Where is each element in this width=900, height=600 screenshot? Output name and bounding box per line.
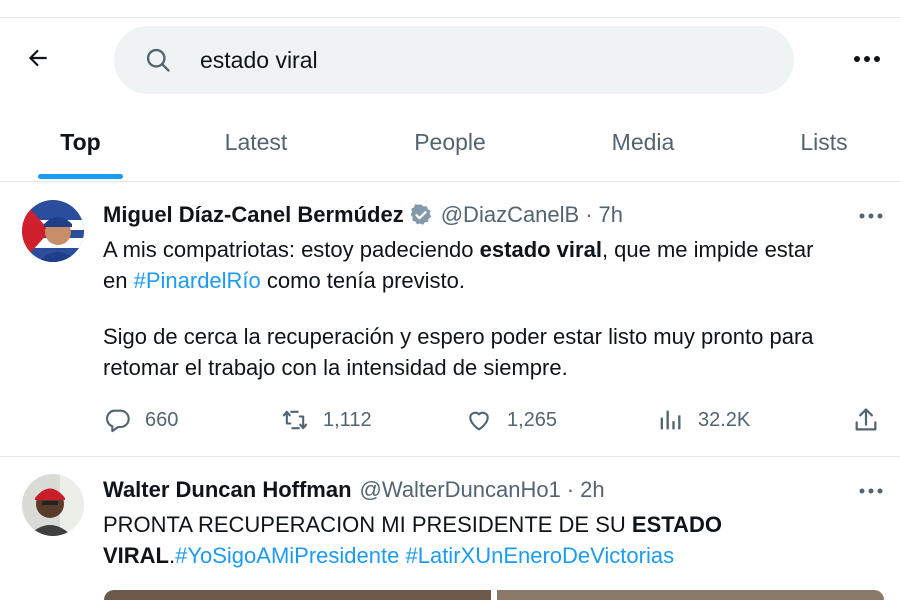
separator-dot: ·	[585, 202, 593, 227]
verified-badge-icon	[410, 204, 431, 225]
avatar[interactable]	[22, 200, 84, 262]
search-header	[0, 18, 900, 102]
reply-button[interactable]: 660	[103, 406, 178, 434]
tweet[interactable]: Walter Duncan Hoffman @WalterDuncanHo1 ·…	[0, 457, 900, 600]
avatar-image	[22, 200, 84, 262]
tweet-text-line: PRONTA RECUPERACION MI PRESIDENTE DE SU …	[103, 512, 722, 537]
avatar-image	[22, 474, 84, 536]
tweet-text-line: A mis compatriotas: estoy padeciendo est…	[103, 237, 814, 262]
like-count: 1,265	[507, 408, 558, 431]
more-horizontal-icon	[859, 213, 883, 219]
reply-icon	[106, 409, 130, 433]
tweet-timestamp[interactable]: 2h	[580, 477, 604, 503]
tab-people[interactable]: People	[390, 102, 510, 182]
tweet-text-line: VIRAL.#YoSigoAMiPresidente #LatirXUnEner…	[103, 543, 675, 568]
active-tab-indicator	[38, 174, 123, 179]
share-icon	[855, 408, 877, 431]
tweet-text-line: en #PinardelRío como tenía previsto.	[103, 268, 465, 293]
search-icon	[146, 48, 170, 72]
author-name[interactable]: Walter Duncan Hoffman	[103, 477, 352, 503]
tweet[interactable]: Miguel Díaz-Canel Bermúdez @DiazCanelB ·…	[0, 182, 900, 456]
views-icon	[660, 410, 681, 430]
repost-icon	[282, 410, 308, 430]
author-handle[interactable]: @WalterDuncanHo1	[360, 477, 561, 503]
search-box[interactable]	[114, 26, 794, 94]
author-handle[interactable]: @DiazCanelB	[441, 202, 580, 228]
more-horizontal-icon	[854, 56, 880, 62]
repost-button[interactable]: 1,112	[281, 406, 372, 434]
hashtag-link[interactable]: #PinardelRío	[134, 268, 261, 293]
author-name[interactable]: Miguel Díaz-Canel Bermúdez	[103, 202, 404, 228]
tab-media[interactable]: Media	[583, 102, 703, 182]
tab-latest[interactable]: Latest	[196, 102, 316, 182]
reply-count: 660	[145, 408, 179, 431]
avatar[interactable]	[22, 474, 84, 536]
repost-count: 1,112	[323, 408, 372, 431]
tweet-text-line: retomar el trabajo con la intensidad de …	[103, 355, 568, 380]
tweet-text: A mis compatriotas: estoy padeciendo est…	[103, 234, 814, 383]
separator-dot: ·	[566, 477, 575, 502]
media-image[interactable]	[104, 590, 491, 600]
search-tabs: Top Latest People Media Lists	[0, 102, 900, 182]
like-icon	[469, 411, 489, 431]
views-count: 32.2K	[698, 408, 751, 431]
tab-top[interactable]: Top	[38, 102, 123, 182]
tab-lists[interactable]: Lists	[770, 102, 878, 182]
back-button[interactable]	[22, 42, 54, 74]
more-options-button[interactable]	[850, 44, 884, 74]
more-horizontal-icon	[859, 488, 883, 494]
tweet-header: Walter Duncan Hoffman @WalterDuncanHo1 ·…	[103, 477, 605, 503]
like-button[interactable]: 1,265	[465, 406, 557, 434]
tweet-media-preview[interactable]	[104, 590, 884, 600]
tweet-timestamp[interactable]: 7h	[599, 202, 623, 228]
media-image[interactable]	[497, 590, 884, 600]
hashtag-link[interactable]: #LatirXUnEneroDeVictorias	[405, 543, 674, 568]
share-button[interactable]	[852, 406, 880, 434]
tweet-text: PRONTA RECUPERACION MI PRESIDENTE DE SU …	[103, 509, 722, 571]
hashtag-link[interactable]: #YoSigoAMiPresidente	[175, 543, 399, 568]
search-input[interactable]	[200, 40, 760, 80]
tweet-more-button[interactable]	[856, 479, 886, 503]
tweet-text-line: Sigo de cerca la recuperación y espero p…	[103, 324, 814, 349]
tweet-header: Miguel Díaz-Canel Bermúdez @DiazCanelB ·…	[103, 202, 623, 228]
arrow-left-icon	[28, 49, 47, 67]
tweet-more-button[interactable]	[856, 204, 886, 228]
views-button[interactable]: 32.2K	[656, 406, 750, 434]
